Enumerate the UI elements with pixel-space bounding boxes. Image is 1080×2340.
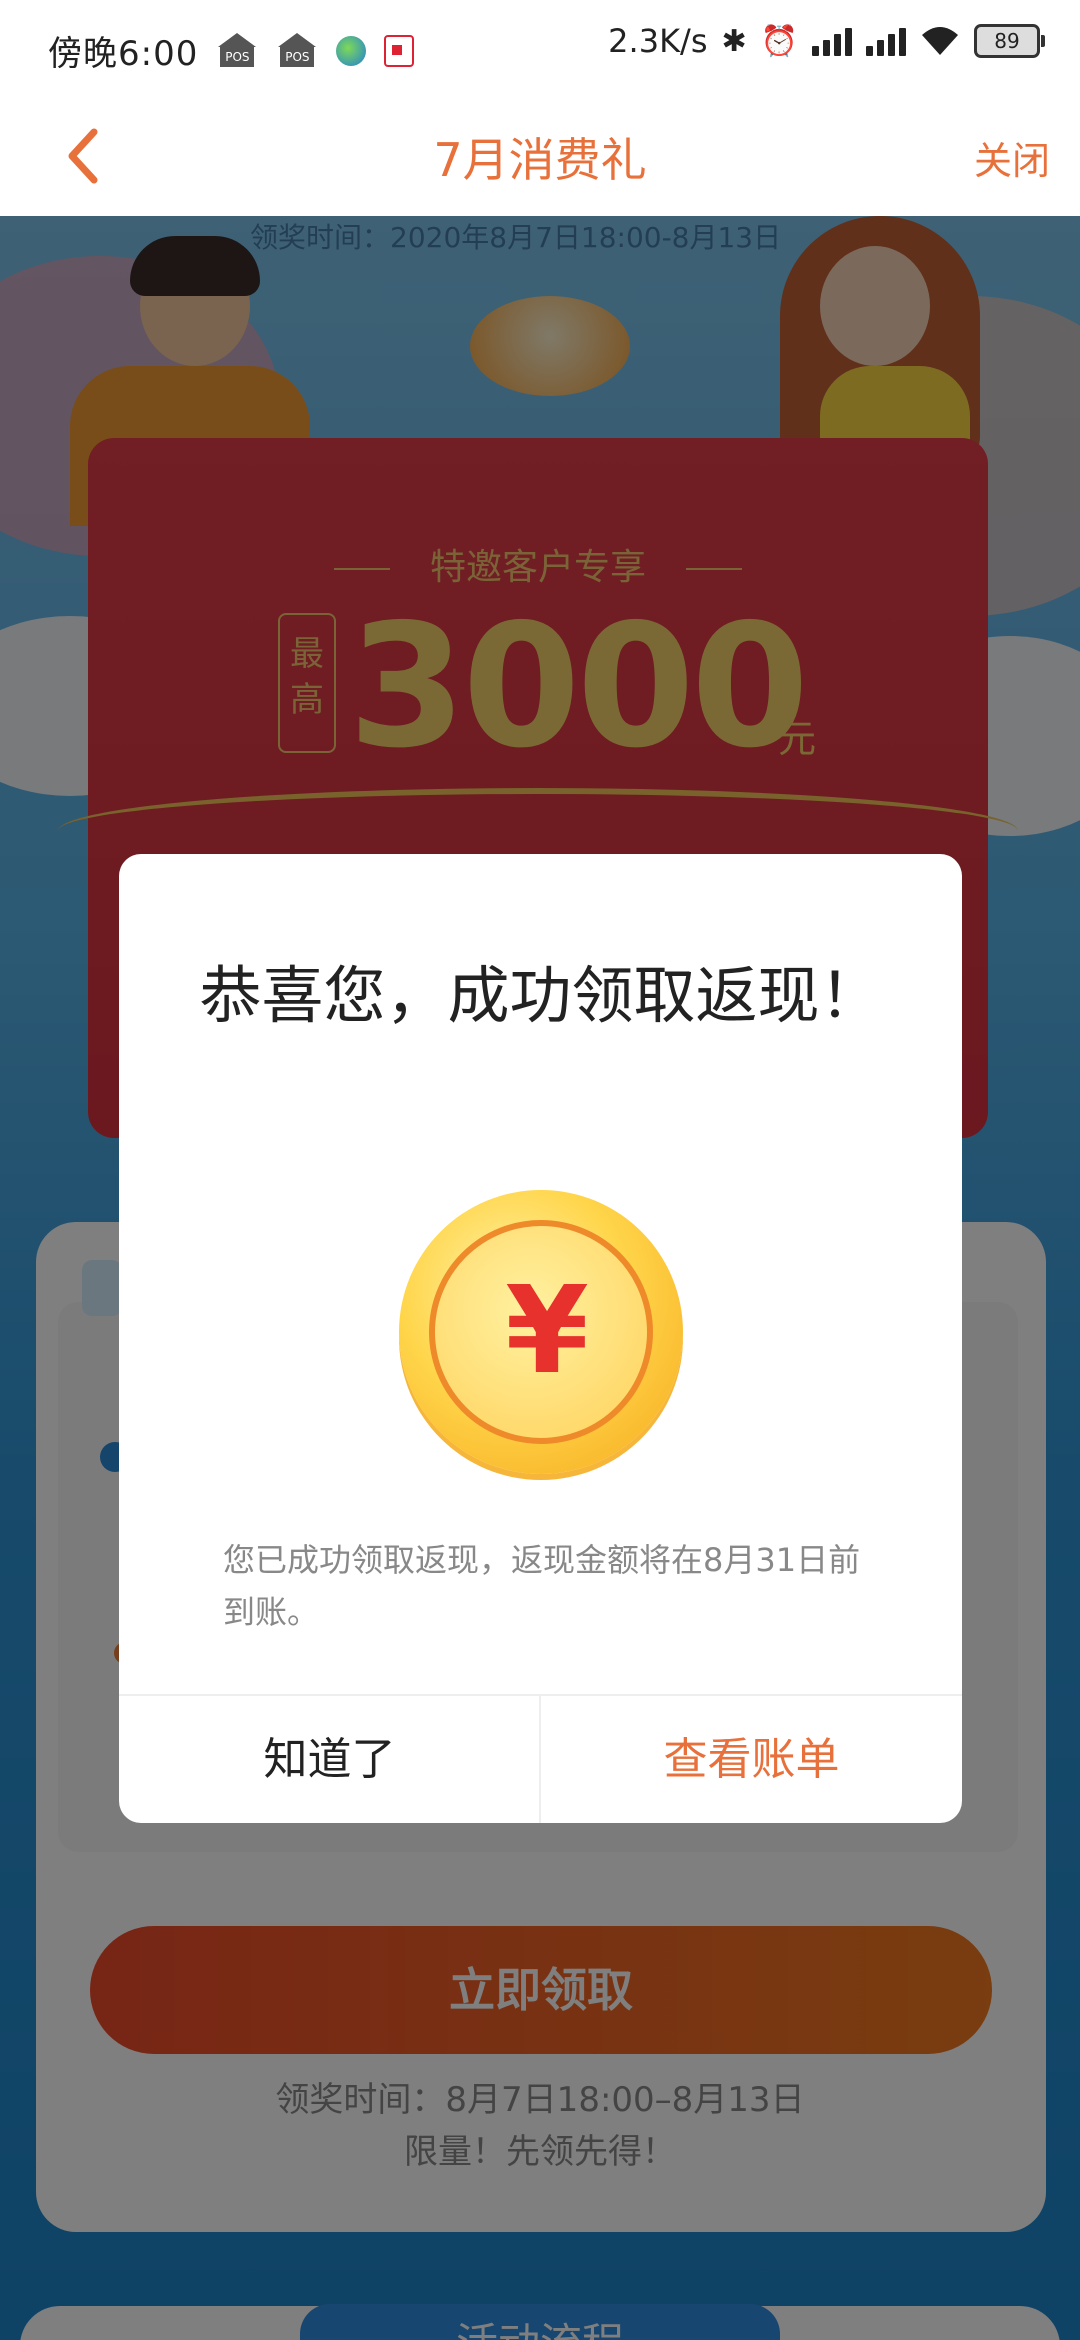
view-bill-button[interactable]: 查看账单	[541, 1696, 962, 1823]
status-time: 傍晚6:00	[48, 34, 199, 74]
bluetooth-icon: ✱	[721, 23, 747, 59]
signal-icon	[812, 26, 852, 56]
got-it-button[interactable]: 知道了	[119, 1696, 540, 1823]
wifi-icon	[920, 25, 960, 57]
status-bar: 傍晚6:00 POS POS 2.3K/s ✱ ⏰ 89	[0, 0, 1080, 96]
dialog-title: 恭喜您，成功领取返现！	[199, 959, 882, 1032]
signal-icon	[866, 26, 906, 56]
nav-bar: 7月消费礼 关闭	[0, 96, 1080, 216]
alarm-icon: ⏰	[760, 23, 798, 59]
pos-home-icon: POS	[216, 32, 258, 69]
pos-home-icon: POS	[276, 32, 318, 69]
page-title: 7月消费礼	[433, 133, 647, 187]
dialog-message: 您已成功领取返现，返现金额将在8月31日前到账。	[223, 1541, 861, 1631]
battery-icon: 89	[974, 24, 1045, 58]
network-speed: 2.3K/s	[608, 22, 708, 60]
yuan-symbol: ¥	[505, 1262, 589, 1401]
cashback-success-dialog: 恭喜您，成功领取返现！ ¥ 您已成功领取返现，返现金额将在8月31日前到账。 知…	[119, 854, 962, 1823]
browser-icon	[336, 35, 367, 66]
close-button[interactable]: 关闭	[974, 130, 1050, 185]
bank-app-icon	[384, 34, 415, 67]
coin-icon: ¥	[399, 1190, 683, 1474]
